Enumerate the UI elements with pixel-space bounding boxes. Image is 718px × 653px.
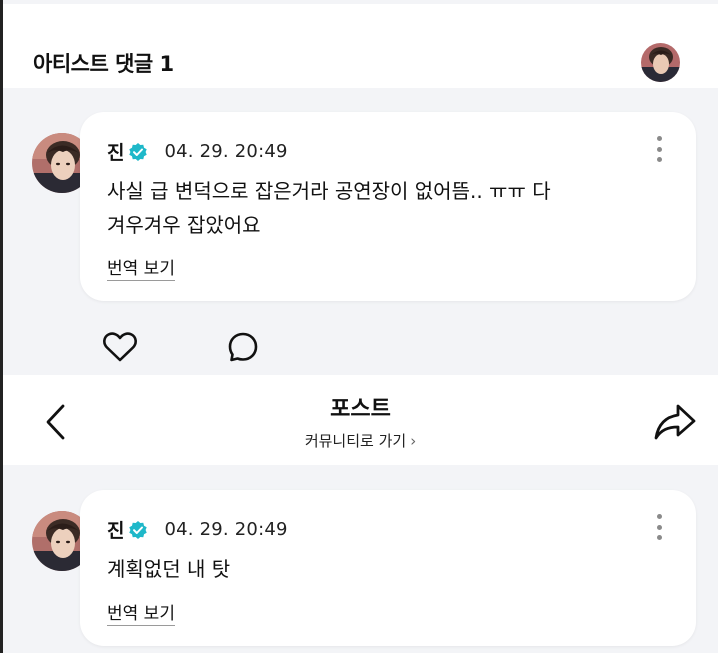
- comment-text: 사실 급 변덕으로 잡은거라 공연장이 없어뜸.. ㅠㅠ 다 겨우겨우 잡았어요: [107, 174, 627, 242]
- post-navigation-bar: 포스트 커뮤니티로 가기 ›: [3, 375, 718, 465]
- author-name[interactable]: 진: [107, 138, 124, 165]
- comment-text-line: 사실 급 변덕으로 잡은거라 공연장이 없어뜸.. ㅠㅠ 다: [107, 179, 551, 203]
- comment-card: 진 04. 29. 20:49 사실 급 변덕으로 잡은거라 공연장이 없어뜸.…: [80, 112, 696, 301]
- comment-text: 계획없던 내 탓: [107, 552, 627, 586]
- comment-timestamp: 04. 29. 20:49: [164, 141, 288, 162]
- more-options-icon[interactable]: [652, 136, 666, 162]
- verified-badge-icon: [128, 142, 148, 162]
- comment-meta: 진 04. 29. 20:49: [107, 138, 288, 165]
- speech-bubble-icon[interactable]: [226, 330, 260, 368]
- header-avatar[interactable]: [641, 43, 680, 82]
- header-title: 아티스트 댓글 1: [33, 52, 174, 76]
- comment-card: 진 04. 29. 20:49 계획없던 내 탓 번역 보기: [80, 490, 696, 646]
- comment-timestamp: 04. 29. 20:49: [164, 519, 288, 540]
- go-to-community-label: 커뮤니티로 가기: [304, 432, 407, 450]
- more-options-icon[interactable]: [652, 514, 666, 540]
- comment-text-line: 계획없던 내 탓: [107, 557, 231, 581]
- chevron-right-icon: ›: [410, 432, 417, 450]
- comment-meta: 진 04. 29. 20:49: [107, 516, 288, 543]
- translate-link[interactable]: 번역 보기: [107, 254, 175, 281]
- heart-icon[interactable]: [102, 331, 138, 367]
- author-name[interactable]: 진: [107, 516, 124, 543]
- artist-comment-header: 아티스트 댓글 1: [3, 4, 718, 88]
- comment-text-line: 겨우겨우 잡았어요: [107, 213, 261, 237]
- verified-badge-icon: [128, 520, 148, 540]
- page-title: 포스트: [330, 397, 391, 422]
- window-border: [0, 0, 3, 653]
- share-arrow-icon[interactable]: [653, 402, 697, 446]
- go-to-community-link[interactable]: 커뮤니티로 가기 ›: [3, 430, 718, 451]
- translate-link[interactable]: 번역 보기: [107, 599, 175, 626]
